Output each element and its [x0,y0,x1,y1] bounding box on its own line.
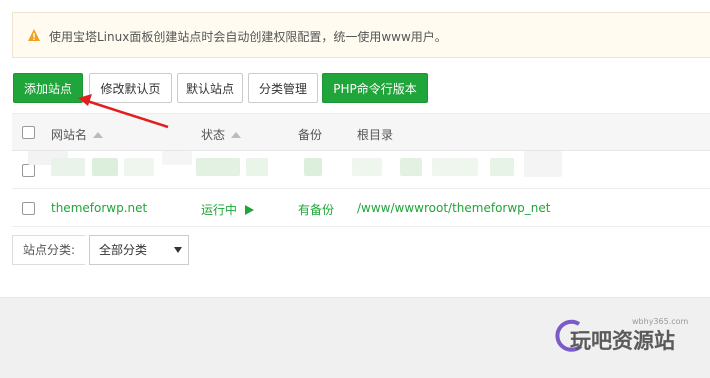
annotation-arrow [78,94,169,129]
watermark-name: 玩吧资源站 [570,329,675,353]
